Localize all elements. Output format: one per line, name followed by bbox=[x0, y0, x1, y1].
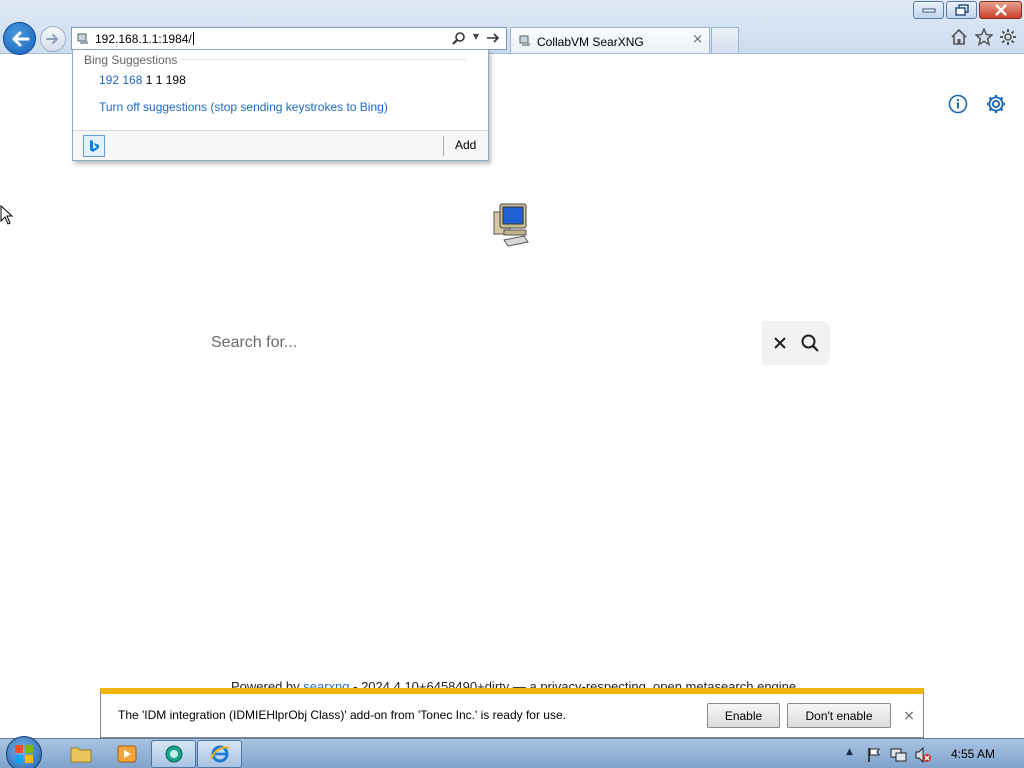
bing-logo-icon bbox=[90, 140, 99, 152]
suggestion-item[interactable]: 192 168 1 1 198 bbox=[99, 73, 186, 87]
dropdown-arrow-icon[interactable]: ▼ bbox=[473, 32, 479, 41]
search-submit-icon[interactable] bbox=[800, 333, 820, 353]
action-center-flag-icon[interactable] bbox=[866, 747, 882, 763]
browser-tab[interactable]: CollabVM SearXNG × bbox=[510, 27, 710, 53]
suggestions-header: Bing Suggestions bbox=[84, 53, 178, 67]
about-info-icon[interactable] bbox=[948, 94, 968, 114]
forward-button[interactable] bbox=[40, 26, 66, 52]
notification-message: The 'IDM integration (IDMIEHlprObj Class… bbox=[118, 708, 566, 722]
close-icon bbox=[994, 4, 1007, 16]
go-arrow-icon[interactable] bbox=[486, 31, 500, 45]
add-provider-button[interactable]: Add bbox=[455, 138, 476, 152]
browser-chrome: 192.168.1.1:1984/ ▼ CollabVM SearXNG × bbox=[0, 0, 1024, 55]
app-globe-icon bbox=[165, 745, 182, 763]
header-divider bbox=[181, 59, 466, 60]
text-caret bbox=[192, 32, 194, 45]
enable-button[interactable]: Enable bbox=[707, 703, 780, 728]
internet-explorer-icon bbox=[209, 745, 230, 763]
tab-close-icon[interactable]: × bbox=[692, 32, 703, 47]
back-button[interactable] bbox=[3, 22, 36, 55]
home-icon[interactable] bbox=[950, 28, 968, 46]
turn-off-suggestions-link[interactable]: Turn off suggestions (stop sending keyst… bbox=[99, 100, 388, 114]
mouse-cursor-icon bbox=[0, 205, 14, 225]
search-form bbox=[196, 321, 830, 365]
provider-divider bbox=[443, 136, 444, 156]
searxng-computer-logo bbox=[493, 203, 529, 247]
forward-arrow-icon bbox=[46, 34, 58, 44]
favorites-star-icon[interactable] bbox=[975, 28, 993, 46]
taskbar-internet-explorer[interactable] bbox=[197, 740, 242, 768]
minimize-icon bbox=[922, 8, 935, 13]
new-tab-button[interactable] bbox=[711, 27, 739, 53]
volume-muted-icon[interactable] bbox=[914, 747, 932, 763]
search-input[interactable] bbox=[196, 321, 762, 365]
notification-close-icon[interactable]: × bbox=[903, 708, 915, 724]
restore-button[interactable] bbox=[946, 1, 977, 19]
addon-notification-bar: The 'IDM integration (IDMIEHlprObj Class… bbox=[100, 688, 924, 738]
network-icon[interactable] bbox=[890, 747, 908, 763]
start-button[interactable] bbox=[6, 736, 42, 768]
restore-icon bbox=[954, 4, 969, 16]
bing-provider-button[interactable] bbox=[83, 135, 105, 157]
taskbar-clock[interactable]: 4:55 AM bbox=[951, 747, 995, 761]
back-arrow-icon bbox=[12, 31, 29, 46]
taskbar-explorer[interactable] bbox=[58, 740, 103, 768]
tab-title: CollabVM SearXNG bbox=[537, 35, 644, 49]
close-window-button[interactable] bbox=[979, 1, 1022, 19]
preferences-gear-icon[interactable] bbox=[986, 94, 1006, 114]
minimize-button[interactable] bbox=[913, 1, 944, 19]
address-input-value[interactable]: 192.168.1.1:1984/ bbox=[95, 32, 192, 46]
search-icon[interactable] bbox=[452, 31, 466, 45]
tab-favicon-icon bbox=[519, 35, 530, 46]
media-player-icon bbox=[117, 745, 136, 763]
taskbar-media-player[interactable] bbox=[104, 740, 149, 768]
dont-enable-button[interactable]: Don't enable bbox=[787, 703, 891, 728]
clear-search-icon[interactable] bbox=[772, 335, 788, 351]
search-provider-bar: Add bbox=[73, 130, 488, 160]
site-favicon-icon bbox=[77, 33, 88, 44]
folder-icon bbox=[70, 747, 91, 763]
taskbar-app[interactable] bbox=[151, 740, 196, 768]
suggestion-match: 192 168 bbox=[99, 73, 143, 87]
address-bar[interactable]: 192.168.1.1:1984/ ▼ bbox=[71, 27, 507, 50]
suggestion-remainder: 1 1 198 bbox=[142, 73, 186, 87]
search-actions bbox=[762, 321, 830, 365]
windows-logo-icon bbox=[15, 745, 33, 763]
window-controls bbox=[911, 1, 1022, 19]
taskbar: ▲ 4:55 AM bbox=[0, 736, 1024, 768]
autocomplete-dropdown: Bing Suggestions 192 168 1 1 198 Turn of… bbox=[72, 49, 489, 161]
tools-gear-icon[interactable] bbox=[999, 28, 1017, 46]
show-hidden-icons[interactable]: ▲ bbox=[846, 747, 853, 757]
